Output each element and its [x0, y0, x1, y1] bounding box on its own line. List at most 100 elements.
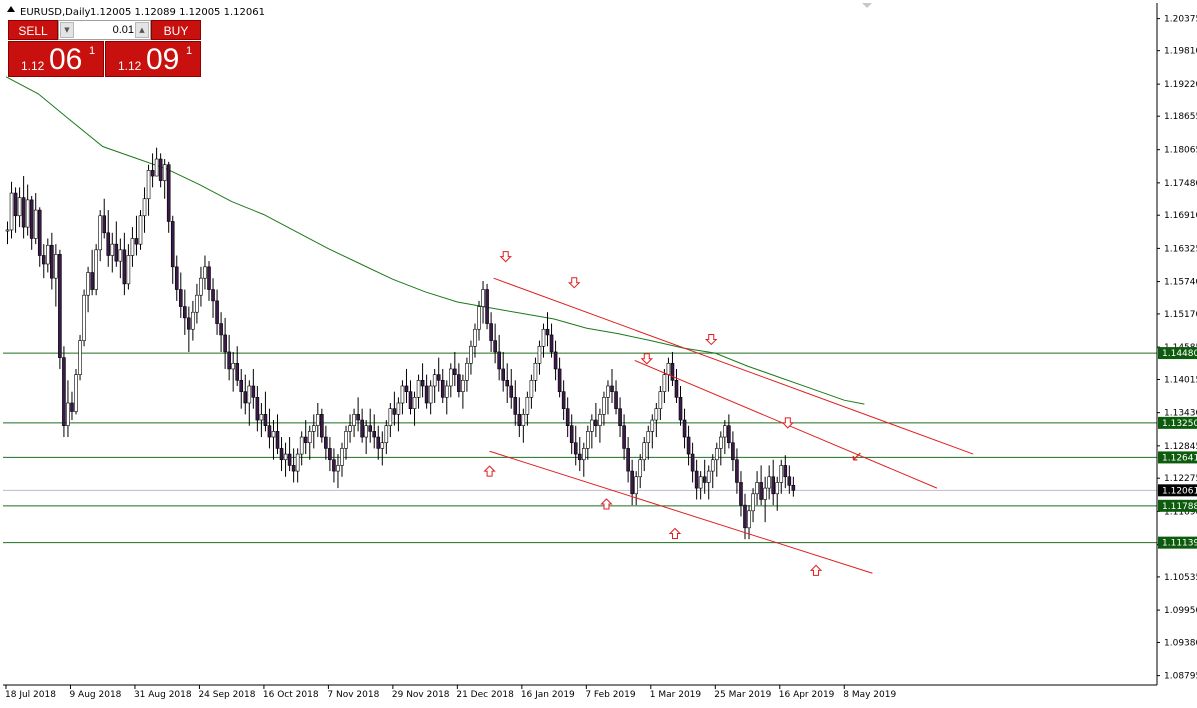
- candle-body: [432, 374, 437, 387]
- candle-body: [477, 306, 481, 330]
- ohlc-readout: 1.12005 1.12089 1.12005 1.12061: [90, 7, 265, 18]
- candle-body: [130, 238, 135, 256]
- candle-body: [9, 192, 14, 231]
- y-tick-label: 1.09380: [1164, 638, 1197, 648]
- lot-size-input[interactable]: [76, 23, 134, 37]
- candle-body: [37, 209, 42, 256]
- y-tick-label: 1.12845: [1164, 442, 1197, 452]
- candle-body: [255, 397, 260, 421]
- candle-body: [295, 453, 300, 472]
- candle-body: [33, 209, 38, 239]
- candle-body: [465, 362, 469, 381]
- level-label: 1.12641: [1162, 453, 1197, 463]
- buy-button[interactable]: BUY: [151, 20, 201, 40]
- candle-body: [440, 380, 445, 398]
- candle-body: [118, 249, 123, 262]
- candle-body: [481, 289, 485, 307]
- sell-price-prefix: 1.12: [21, 59, 45, 73]
- candle-body: [444, 385, 449, 398]
- candle-body: [469, 345, 473, 364]
- candle-body: [457, 374, 461, 392]
- current-price-label: 1.12061: [1162, 486, 1197, 496]
- candle-body: [247, 385, 252, 404]
- candle-body: [352, 414, 356, 427]
- candle-body: [154, 158, 159, 177]
- candle-body: [311, 425, 316, 432]
- candle-body: [271, 431, 276, 438]
- candle-body: [497, 351, 501, 370]
- candle-body: [360, 419, 364, 438]
- candle-body: [62, 357, 66, 427]
- candle-body: [223, 334, 227, 353]
- level-label: 1.13250: [1162, 419, 1197, 429]
- candle-body: [86, 272, 90, 296]
- candle-body: [344, 431, 348, 449]
- candle-body: [263, 414, 268, 427]
- candle-body: [670, 362, 675, 381]
- candle-body: [553, 351, 558, 370]
- candle-body: [178, 289, 183, 307]
- candle-body: [529, 380, 534, 398]
- candle-body: [332, 459, 336, 472]
- candle-body: [174, 266, 179, 290]
- candle-body: [372, 431, 377, 438]
- candle-body: [231, 362, 235, 370]
- candle-body: [287, 453, 292, 466]
- buy-price-main: 09: [146, 43, 180, 76]
- candle-body: [50, 244, 54, 279]
- candle-body: [719, 436, 723, 449]
- buy-price-box[interactable]: 1.12 09 1: [105, 41, 201, 77]
- candle-body: [694, 470, 699, 489]
- candle-body: [658, 391, 663, 409]
- y-tick-label: 1.18655: [1164, 112, 1197, 122]
- candle-body: [751, 493, 755, 512]
- candle-body: [783, 465, 788, 478]
- candle-body: [320, 414, 324, 438]
- sell-button[interactable]: SELL: [8, 20, 58, 40]
- candle-body: [90, 272, 94, 290]
- x-tick-label: 8 May 2019: [843, 690, 896, 700]
- candle-body: [392, 408, 397, 415]
- candle-body: [408, 391, 413, 409]
- candle-body: [340, 448, 344, 466]
- candle-body: [489, 323, 493, 341]
- candle-body: [590, 419, 594, 432]
- chart-background: [0, 0, 1197, 708]
- candle-body: [259, 414, 264, 421]
- x-tick-label: 16 Apr 2019: [779, 690, 835, 700]
- candle-body: [549, 334, 554, 353]
- candle-body: [779, 465, 784, 483]
- candle-body: [416, 380, 421, 398]
- candle-body: [787, 476, 792, 486]
- candle-body: [747, 510, 751, 529]
- x-tick-label: 21 Dec 2018: [456, 690, 514, 700]
- candle-body: [21, 197, 26, 228]
- candle-body: [303, 436, 308, 444]
- y-tick-label: 1.19220: [1164, 80, 1197, 90]
- candle-body: [203, 266, 207, 279]
- candle-body: [316, 414, 320, 427]
- candle-body: [134, 238, 139, 245]
- candle-body: [146, 170, 151, 200]
- candle-body: [493, 340, 497, 353]
- candle-body: [706, 470, 711, 483]
- lot-increase-icon[interactable]: ▲: [135, 22, 149, 38]
- candle-body: [25, 199, 30, 228]
- candle-body: [98, 215, 102, 251]
- candle-body: [82, 294, 86, 341]
- candle-body: [638, 459, 643, 478]
- sell-price-box[interactable]: 1.12 06 1: [8, 41, 104, 77]
- candle-body: [195, 294, 199, 313]
- price-chart[interactable]: 1.20375 1.19810 1.19220 1.18655 1.18065 1.174…: [0, 0, 1197, 708]
- candle-body: [771, 476, 776, 495]
- candle-body: [775, 482, 780, 495]
- candle-body: [348, 425, 352, 432]
- x-tick-label: 7 Nov 2018: [327, 690, 379, 700]
- candle-body: [517, 414, 522, 427]
- lot-decrease-icon[interactable]: ▼: [60, 22, 74, 38]
- candle-body: [368, 425, 373, 432]
- candle-body: [251, 385, 256, 398]
- candle-body: [662, 374, 667, 392]
- candle-body: [702, 476, 707, 483]
- y-tick-label: 1.19810: [1164, 47, 1197, 57]
